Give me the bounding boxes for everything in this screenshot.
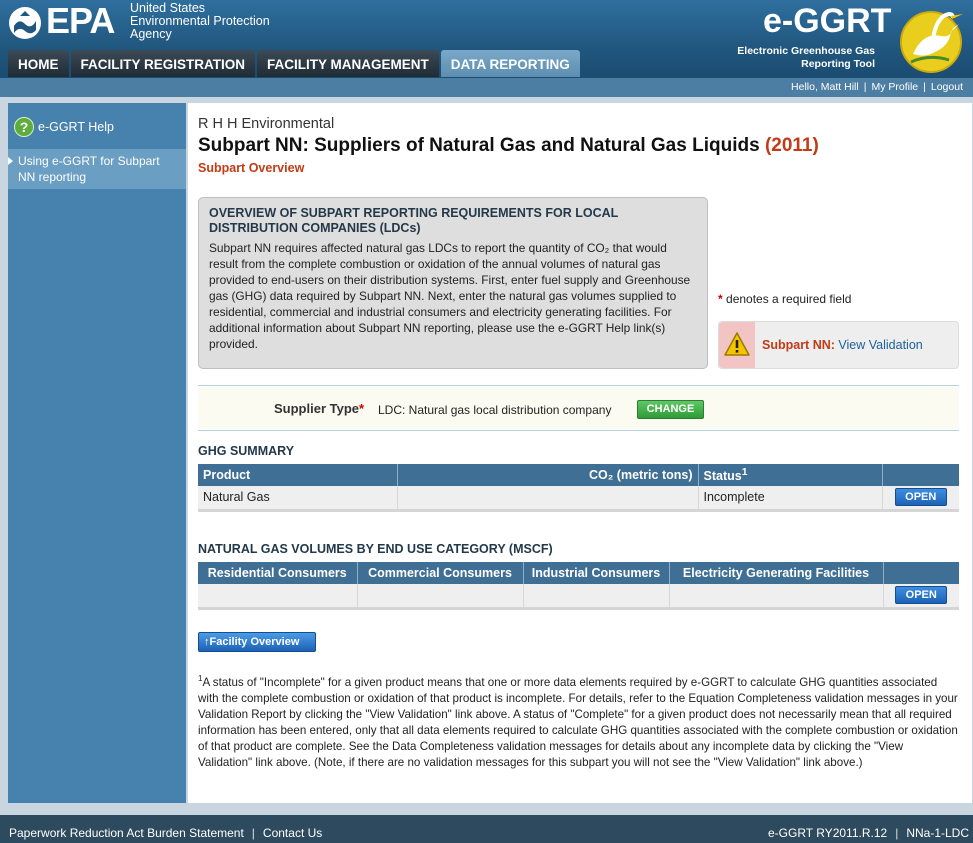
status-cell: Incomplete (698, 486, 883, 512)
view-validation-link[interactable]: View Validation (838, 338, 922, 352)
epa-seal-icon (9, 7, 41, 39)
overview-heading: OVERVIEW OF SUBPART REPORTING REQUIREMEN… (209, 206, 619, 235)
page-frame: ? e-GGRT Help Using e-GGRT for Subpart N… (0, 97, 973, 815)
supplier-type-label: Supplier Type* (274, 401, 364, 416)
open-button[interactable]: OPEN (895, 586, 948, 605)
agency-line: Agency (130, 27, 172, 41)
column-header: CO₂ (metric tons) (397, 464, 699, 486)
facility-overview-button[interactable]: ↑Facility Overview (198, 632, 316, 652)
tab-facility-management[interactable]: FACILITY MANAGEMENT (257, 50, 439, 77)
ghg-summary-title: GHG SUMMARY (198, 444, 295, 458)
footer-version: e-GGRT RY2011.R.12 | NNa-1-LDC (768, 815, 969, 843)
help-question-icon: ? (14, 117, 34, 137)
column-header (883, 562, 959, 584)
column-header (882, 464, 959, 486)
user-bar: Hello, Matt Hill | My Profile | Logout (0, 78, 973, 97)
logout-link[interactable]: Logout (931, 81, 963, 93)
divider (198, 430, 959, 431)
sidebar-help-label: e-GGRT Help (38, 120, 114, 134)
main-nav: HOME FACILITY REGISTRATION FACILITY MANA… (8, 50, 582, 77)
divider (198, 385, 959, 386)
page-title-text: Subpart NN: Suppliers of Natural Gas and… (198, 135, 760, 156)
footnote: 1A status of "Incomplete" for a given pr… (198, 671, 958, 771)
epa-wordmark: EPA (46, 0, 115, 41)
product-cell: Natural Gas (198, 486, 398, 512)
sidebar: ? e-GGRT Help Using e-GGRT for Subpart N… (8, 103, 186, 803)
egret-bird-icon (900, 11, 963, 73)
arrow-right-icon (8, 157, 13, 165)
column-header: Status1 (698, 464, 883, 486)
footer-links: Paperwork Reduction Act Burden Statement… (9, 815, 322, 843)
footnote-text: A status of "Incomplete" for a given pro… (198, 675, 958, 769)
separator: | (251, 826, 255, 840)
validation-box: Subpart NN: View Validation (718, 321, 959, 369)
column-header: Commercial Consumers (357, 562, 524, 584)
page-title: Subpart NN: Suppliers of Natural Gas and… (198, 135, 819, 157)
validation-label: Subpart NN: (762, 338, 835, 352)
ghg-summary-table: Product CO₂ (metric tons) Status1 Natura… (198, 464, 959, 512)
reporting-year: (2011) (764, 135, 819, 156)
supplier-type-label-text: Supplier Type (274, 401, 359, 416)
volumes-table: Residential Consumers Commercial Consume… (198, 562, 959, 610)
user-greeting: Hello, Matt Hill (791, 81, 859, 93)
version-text: e-GGRT RY2011.R.12 (768, 826, 888, 840)
electricity-cell (669, 584, 884, 610)
action-cell: OPEN (882, 486, 959, 512)
contact-us-link[interactable]: Contact Us (263, 826, 322, 840)
table-row: Natural Gas Incomplete OPEN (198, 486, 959, 512)
supplier-type-value: LDC: Natural gas local distribution comp… (378, 403, 612, 417)
eggrt-subtitle-line: Electronic Greenhouse Gas (737, 45, 875, 57)
company-name: R H H Environmental (198, 116, 335, 132)
supplier-type-row: Supplier Type* LDC: Natural gas local di… (198, 387, 959, 429)
tab-facility-registration[interactable]: FACILITY REGISTRATION (70, 50, 256, 77)
validation-text: Subpart NN: View Validation (762, 338, 923, 352)
tab-home[interactable]: HOME (8, 50, 69, 77)
required-field-note: * denotes a required field (718, 292, 851, 306)
warning-icon (724, 332, 750, 356)
my-profile-link[interactable]: My Profile (871, 81, 918, 93)
main-content: R H H Environmental Subpart NN: Supplier… (188, 103, 972, 803)
open-button[interactable]: OPEN (894, 488, 947, 507)
action-cell: OPEN (883, 584, 959, 610)
sidebar-help-link[interactable]: ? e-GGRT Help (8, 107, 186, 147)
facility-overview-label: Facility Overview (209, 636, 300, 648)
column-header: Product (198, 464, 398, 486)
required-star: * (359, 401, 365, 416)
commercial-cell (357, 584, 524, 610)
residential-cell (198, 584, 358, 610)
page-id: NNa-1-LDC (906, 826, 969, 840)
footnote-ref: 1 (741, 466, 748, 478)
page-subtitle: Subpart Overview (198, 161, 305, 175)
eggrt-subtitle: Electronic Greenhouse Gas Reporting Tool (725, 45, 875, 71)
sidebar-item-label: Using e-GGRT for Subpart NN reporting (18, 154, 160, 184)
site-header: EPA United States Environmental Protecti… (0, 0, 973, 78)
table-row: OPEN (198, 584, 959, 610)
column-header: Residential Consumers (198, 562, 358, 584)
table-header-row: Residential Consumers Commercial Consume… (198, 562, 959, 584)
column-header-text: Status (703, 469, 742, 484)
change-button[interactable]: CHANGE (637, 400, 704, 419)
separator: | (923, 81, 926, 93)
column-header: Electricity Generating Facilities (669, 562, 884, 584)
site-footer: Paperwork Reduction Act Burden Statement… (0, 815, 973, 843)
industrial-cell (523, 584, 670, 610)
co2-cell (397, 486, 699, 512)
sidebar-item-using-eggrt[interactable]: Using e-GGRT for Subpart NN reporting (8, 149, 186, 189)
separator: | (895, 826, 899, 840)
overview-body: Subpart NN requires affected natural gas… (209, 241, 691, 351)
table-header-row: Product CO₂ (metric tons) Status1 (198, 464, 959, 486)
eggrt-subtitle-line: Reporting Tool (801, 58, 875, 70)
required-star: * (718, 292, 723, 306)
volumes-title: NATURAL GAS VOLUMES BY END USE CATEGORY … (198, 542, 553, 556)
overview-box: OVERVIEW OF SUBPART REPORTING REQUIREMEN… (198, 197, 708, 369)
tab-data-reporting[interactable]: DATA REPORTING (440, 50, 580, 77)
eggrt-wordmark: e-GGRT (763, 2, 892, 40)
agency-name: United States Environmental Protection A… (130, 2, 300, 41)
paperwork-link[interactable]: Paperwork Reduction Act Burden Statement (9, 826, 244, 840)
epa-logo[interactable]: EPA United States Environmental Protecti… (8, 0, 288, 42)
eggrt-logo: e-GGRT Electronic Greenhouse Gas Reporti… (725, 0, 965, 75)
required-note-text: denotes a required field (726, 292, 852, 306)
separator: | (863, 81, 867, 93)
column-header: Industrial Consumers (523, 562, 670, 584)
